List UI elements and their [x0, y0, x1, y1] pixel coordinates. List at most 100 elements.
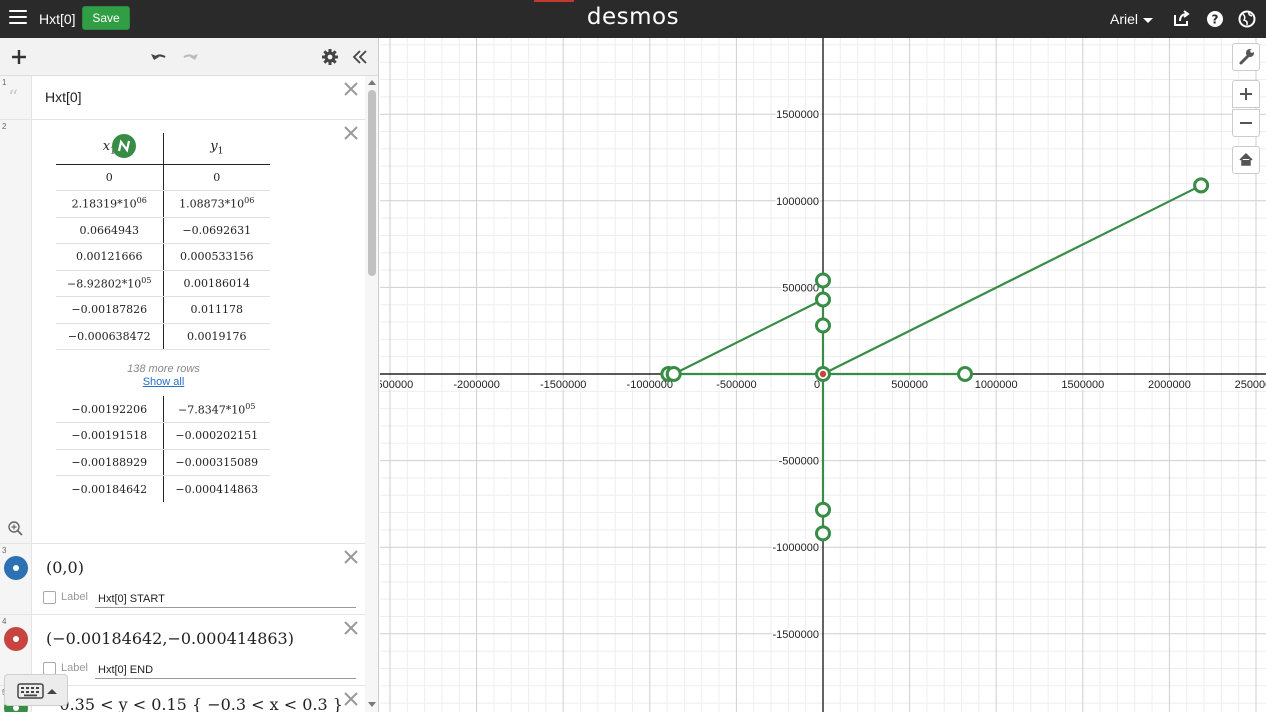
expression-math[interactable]: (−0.00184642,−0.000414863) [46, 629, 294, 648]
graph-canvas[interactable]: -2500000-2000000-1500000-1000000-5000000… [380, 38, 1266, 712]
home-zoom-button[interactable] [1232, 146, 1260, 174]
graph-settings-wrench-icon[interactable] [1232, 43, 1260, 71]
table-row: −0.00187826 0.011178 [56, 296, 270, 324]
graph-title[interactable]: Hxt[0] [39, 11, 76, 27]
scroll-down-arrow-icon[interactable] [368, 702, 376, 707]
table-cell-x[interactable]: −0.00184642 [56, 475, 164, 502]
share-icon[interactable] [1172, 9, 1192, 29]
x-tick-label: 1000000 [975, 379, 1018, 391]
plot-point[interactable] [815, 317, 831, 334]
graph-paper[interactable]: -2500000-2000000-1500000-1000000-5000000… [380, 38, 1266, 712]
plot-segment [673, 298, 824, 375]
delete-expression-icon[interactable] [343, 620, 359, 636]
x-tick-label: -1500000 [540, 379, 587, 391]
zoom-out-button[interactable] [1232, 109, 1260, 137]
table-cell-x[interactable]: 0 [56, 164, 164, 191]
table-cell-x[interactable]: 2.18319*1006 [56, 190, 164, 218]
table-cell-x[interactable]: −0.00192206 [56, 396, 164, 423]
help-icon[interactable]: ? [1205, 9, 1225, 29]
label-checkbox[interactable] [43, 591, 56, 604]
plot-point[interactable] [815, 501, 831, 518]
keypad-toggle-button[interactable] [4, 674, 68, 706]
undo-icon[interactable] [149, 47, 169, 67]
plot-segment [822, 184, 1202, 375]
table-cell-y[interactable]: −0.000315089 [163, 449, 270, 476]
user-menu[interactable]: Ariel [1110, 11, 1154, 27]
delete-expression-icon[interactable] [343, 691, 359, 707]
expression-gutter: 2 [0, 120, 32, 543]
table-cell-x[interactable]: −8.92802*1005 [56, 270, 164, 297]
origin-point-marker[interactable] [819, 370, 827, 378]
quote-icon: “ [8, 85, 19, 109]
zoom-in-button[interactable] [1232, 80, 1260, 108]
table-cell-x[interactable]: −0.00191518 [56, 422, 164, 450]
plot-point[interactable] [815, 291, 831, 308]
table-header-row: x1 y1 [56, 133, 270, 165]
scrollbar-thumb[interactable] [368, 90, 376, 276]
point-color-icon[interactable] [4, 556, 28, 580]
notification-bar [534, 0, 574, 2]
table-cell-x[interactable]: −0.000638472 [56, 323, 164, 350]
more-rows-text: 138 more rows [127, 363, 200, 375]
save-button[interactable]: Save [82, 6, 130, 30]
show-all-link[interactable]: Show all [56, 376, 271, 388]
expression-math[interactable]: −0.35 < y < 0.15 { −0.3 < x < 0.3 } [46, 695, 343, 712]
table-cell-y[interactable]: 0.000533156 [163, 243, 270, 271]
table-cell-y[interactable]: 1.08873*1006 [163, 190, 270, 218]
column-header-y1[interactable]: y1 [163, 133, 270, 165]
label-input[interactable] [95, 661, 356, 679]
globe-icon[interactable] [1237, 9, 1257, 29]
table-cell-x[interactable]: −0.00188929 [56, 449, 164, 476]
table-cell-y[interactable]: −7.8347*1005 [163, 396, 270, 423]
point-color-icon[interactable] [4, 627, 28, 651]
scroll-up-arrow-icon[interactable] [368, 80, 376, 85]
expression-gutter: 1 “ [0, 76, 32, 119]
delete-expression-icon[interactable] [343, 81, 359, 97]
table-cell-y[interactable]: −0.0692631 [163, 217, 270, 244]
table-cell-x[interactable]: 0.00121666 [56, 243, 164, 271]
settings-gear-icon[interactable] [320, 47, 340, 67]
table-cell-y[interactable]: 0 [163, 164, 270, 191]
hamburger-menu-icon[interactable] [9, 10, 27, 28]
plot-point[interactable] [815, 525, 831, 542]
expression-table[interactable]: 2 x1 y1 0 0 2.18319*1006 1.08873*1006 [0, 120, 365, 544]
expression-point-start[interactable]: 3 (0,0) Label [0, 544, 365, 615]
table-cell-y[interactable]: 0.011178 [163, 296, 270, 324]
column-header-x1[interactable]: x1 [56, 133, 164, 165]
x-tick-label: 500000 [891, 379, 928, 391]
plot-point[interactable] [957, 366, 974, 382]
expression-number: 2 [2, 122, 7, 131]
table-cell-y[interactable]: −0.000414863 [163, 476, 270, 503]
table-cell-x[interactable]: 0.0664943 [56, 217, 164, 244]
plot-point[interactable] [1193, 177, 1210, 194]
table-cell-y[interactable]: −0.000202151 [163, 422, 270, 450]
plot-point[interactable] [665, 366, 682, 382]
table-row: 0.0664943 −0.0692631 [56, 217, 270, 244]
plot-points [660, 177, 1210, 542]
table-cell-y[interactable]: 0.00186014 [163, 270, 270, 297]
delete-expression-icon[interactable] [343, 125, 359, 141]
table-row: −0.00188929 −0.000315089 [56, 449, 270, 476]
data-table: x1 y1 0 0 2.18319*1006 1.08873*1006 0.06… [56, 133, 270, 350]
plot-point[interactable] [815, 272, 831, 289]
expression-list: 1 “ Hxt[0] 2 x1 y1 0 [0, 76, 365, 712]
table-cell-y[interactable]: 0.0019176 [163, 323, 270, 350]
table-row: −8.92802*1005 0.00186014 [56, 270, 270, 297]
label-input[interactable] [95, 590, 356, 608]
expression-scrollbar[interactable] [365, 76, 378, 712]
expression-note[interactable]: 1 “ Hxt[0] [0, 76, 365, 120]
table-row: 2.18319*1006 1.08873*1006 [56, 190, 270, 218]
add-item-icon[interactable] [9, 47, 29, 67]
redo-icon[interactable] [180, 47, 200, 67]
regression-icon[interactable] [112, 134, 136, 158]
desmos-logo: desmos [586, 4, 680, 30]
delete-expression-icon[interactable] [343, 549, 359, 565]
label-checkbox-text: Label [61, 662, 88, 674]
table-row: 0 0 [56, 164, 270, 191]
zoom-fit-icon[interactable] [7, 520, 23, 536]
expression-number: 4 [2, 617, 7, 626]
collapse-panel-icon[interactable] [350, 47, 370, 67]
expression-math[interactable]: (0,0) [46, 558, 84, 577]
note-text[interactable]: Hxt[0] [45, 89, 82, 105]
table-cell-x[interactable]: −0.00187826 [56, 296, 164, 324]
